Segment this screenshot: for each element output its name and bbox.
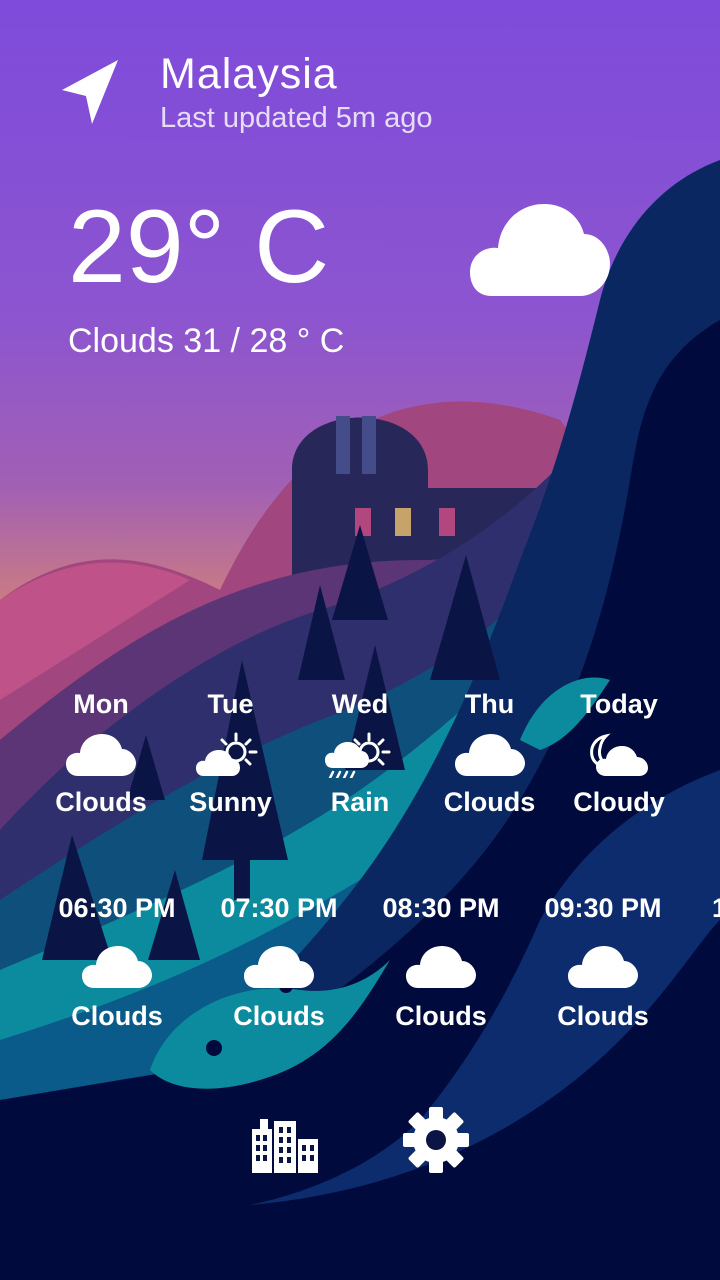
cloud-icon — [454, 734, 525, 776]
day-condition: Sunny — [189, 787, 272, 817]
day-item: Wed Rain — [290, 688, 430, 818]
rain-sun-icon — [325, 732, 391, 778]
gear-icon[interactable] — [402, 1106, 470, 1174]
cloud-icon — [568, 946, 638, 988]
hour-item: 06:30 PM Clouds — [36, 892, 198, 1032]
day-condition: Clouds — [443, 787, 536, 817]
city-buildings-icon[interactable] — [252, 1110, 320, 1178]
hour-item: 1 — [712, 892, 720, 924]
day-label: Today — [580, 689, 658, 719]
hour-condition: Clouds — [233, 1001, 325, 1031]
cloud-icon — [470, 204, 610, 296]
hour-label: 09:30 PM — [544, 893, 662, 923]
cloud-icon — [406, 946, 476, 988]
day-item: Thu Clouds — [420, 688, 560, 818]
day-item: Tue Sunny — [161, 688, 301, 818]
hour-label: 06:30 PM — [58, 893, 176, 923]
hour-label: 08:30 PM — [382, 893, 500, 923]
location-name[interactable]: Malaysia — [160, 50, 338, 99]
day-condition: Clouds — [55, 787, 147, 817]
day-item: Today Cloudy — [549, 688, 689, 818]
day-label: Tue — [207, 689, 254, 719]
day-label: Thu — [464, 689, 515, 719]
day-label: Mon — [73, 689, 129, 719]
day-condition: Cloudy — [573, 787, 665, 817]
hour-label: 07:30 PM — [220, 893, 338, 923]
day-item: Mon Clouds — [31, 688, 171, 818]
cloud-icon — [82, 946, 152, 988]
hour-item: 09:30 PM Clouds — [522, 892, 684, 1032]
current-description: Clouds 31 / 28 ° C — [68, 322, 345, 360]
location-arrow-icon[interactable] — [60, 58, 122, 126]
sun-cloud-icon — [195, 732, 257, 776]
current-temperature: 29° C — [68, 189, 330, 305]
moon-cloud-icon — [590, 733, 648, 776]
last-updated-text: Last updated 5m ago — [160, 102, 433, 134]
hour-label: 1 — [712, 893, 720, 923]
hour-item: 07:30 PM Clouds — [198, 892, 360, 1032]
day-label: Wed — [331, 689, 389, 719]
cloud-icon — [244, 946, 314, 988]
hour-condition: Clouds — [71, 1001, 163, 1031]
hour-condition: Clouds — [395, 1001, 487, 1031]
hour-item: 08:30 PM Clouds — [360, 892, 522, 1032]
cloud-icon — [66, 734, 136, 776]
day-condition: Rain — [330, 787, 390, 817]
hour-condition: Clouds — [557, 1001, 649, 1031]
